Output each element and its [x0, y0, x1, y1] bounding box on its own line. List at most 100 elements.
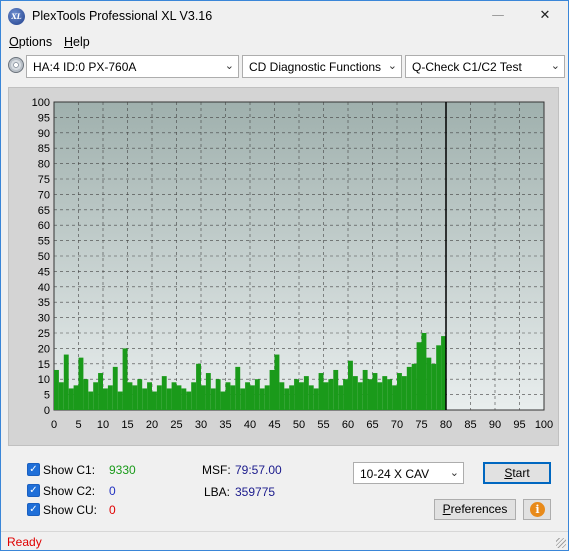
c1-bar [392, 385, 397, 410]
c1-bar [147, 382, 152, 410]
menu-bar: Options Help [1, 32, 568, 52]
chevron-down-icon: ⌄ [387, 59, 397, 72]
window-title: PlexTools Professional XL V3.16 [32, 9, 213, 23]
info-icon: i [530, 502, 545, 517]
y-tick-label: 75 [38, 174, 50, 186]
y-tick-label: 35 [38, 297, 50, 309]
close-button[interactable]: ✕ [534, 6, 556, 26]
y-tick-label: 20 [38, 343, 50, 355]
resize-grip-icon[interactable] [556, 538, 566, 548]
c1-bar [250, 385, 255, 410]
lba-label: LBA: [204, 485, 231, 499]
chevron-down-icon: ⌄ [224, 59, 234, 72]
start-button[interactable]: Start [483, 462, 551, 484]
c1-bar [387, 379, 393, 410]
y-tick-label: 70 [38, 189, 50, 201]
c1-bar [142, 388, 148, 410]
c1-bar [318, 373, 324, 410]
y-tick-label: 95 [38, 112, 50, 124]
c1-bar [122, 348, 128, 410]
c1-bar [303, 376, 309, 410]
c1-bar [78, 357, 84, 410]
cu-count: 0 [109, 503, 116, 517]
c1-bar [117, 391, 123, 410]
y-tick-label: 80 [38, 159, 50, 171]
c1-bar [196, 363, 201, 410]
y-tick-label: 65 [38, 205, 50, 217]
preferences-label: references [450, 502, 508, 516]
c1-bar [416, 342, 422, 410]
status-text: Ready [7, 535, 42, 549]
menu-help[interactable]: Help [64, 35, 90, 49]
c1-bar [225, 382, 231, 410]
c1-bar [348, 360, 353, 410]
test-select-value: Q-Check C1/C2 Test [412, 60, 522, 74]
c1-bar [152, 391, 157, 410]
menu-options-accel: O [9, 35, 19, 49]
c1-bar [377, 382, 383, 410]
c1-bar [220, 391, 226, 410]
c1-bar [107, 385, 113, 410]
c1-bar [127, 382, 133, 410]
x-tick-label: 45 [268, 419, 280, 431]
x-tick-label: 25 [170, 419, 182, 431]
x-tick-label: 85 [464, 419, 476, 431]
test-select[interactable]: Q-Check C1/C2 Test ⌄ [405, 55, 565, 78]
x-tick-label: 90 [489, 419, 501, 431]
x-tick-label: 55 [317, 419, 329, 431]
c1-bar [343, 379, 348, 410]
c1-bar [161, 376, 167, 410]
c1-bar [112, 366, 118, 410]
c1-bar [411, 363, 417, 410]
c1-bar [103, 388, 108, 410]
c1-bar [372, 373, 378, 410]
c1-bar [181, 388, 187, 410]
preferences-button[interactable]: Preferences [434, 499, 516, 520]
show-c2-label: Show C2: [43, 484, 96, 498]
c1-bar [93, 382, 99, 410]
c1-bar [357, 382, 363, 410]
chevron-down-icon: ⌄ [449, 466, 459, 479]
c1-bar [132, 385, 138, 410]
c1-bar [431, 363, 437, 410]
y-tick-label: 60 [38, 220, 50, 232]
lba-value: 359775 [235, 485, 276, 499]
x-tick-label: 15 [121, 419, 133, 431]
function-select[interactable]: CD Diagnostic Functions ⌄ [242, 55, 402, 78]
c1-bar [421, 333, 427, 410]
c1-bar [426, 357, 432, 410]
msf-label: MSF: [202, 463, 231, 477]
drive-select[interactable]: HA:4 ID:0 PX-760A ⌄ [26, 55, 239, 78]
y-tick-label: 30 [38, 313, 50, 325]
c1-bar [323, 382, 329, 410]
y-tick-label: 45 [38, 266, 50, 278]
menu-options[interactable]: Options [9, 35, 52, 49]
c1-bar [338, 385, 344, 410]
maximize-button[interactable] [489, 6, 511, 26]
c1-bar [264, 385, 270, 410]
y-tick-label: 5 [44, 390, 50, 402]
c1-bar [240, 388, 246, 410]
checkbox-checked-icon: ✓ [27, 484, 40, 497]
c1-bar [328, 379, 334, 410]
c1-bar [367, 379, 373, 410]
speed-select[interactable]: 10-24 X CAV ⌄ [353, 462, 464, 484]
c1-count: 9330 [109, 463, 136, 477]
x-tick-label: 35 [219, 419, 231, 431]
x-tick-label: 65 [366, 419, 378, 431]
info-button[interactable]: i [523, 499, 551, 520]
c1-bar [73, 385, 79, 410]
c1-bar [333, 369, 339, 410]
y-tick-label: 90 [38, 128, 50, 140]
c1-bar [245, 382, 250, 410]
x-tick-label: 20 [146, 419, 158, 431]
x-tick-label: 95 [513, 419, 525, 431]
speed-select-value: 10-24 X CAV [360, 467, 430, 481]
app-window: XL PlexTools Professional XL V3.16 — ✕ O… [0, 0, 569, 551]
c1-bar [397, 373, 402, 410]
msf-value: 79:57.00 [235, 463, 282, 477]
c1-bar [406, 366, 412, 410]
y-tick-label: 25 [38, 328, 50, 340]
c1-bar [205, 373, 211, 410]
show-c1-label: Show C1: [43, 463, 96, 477]
